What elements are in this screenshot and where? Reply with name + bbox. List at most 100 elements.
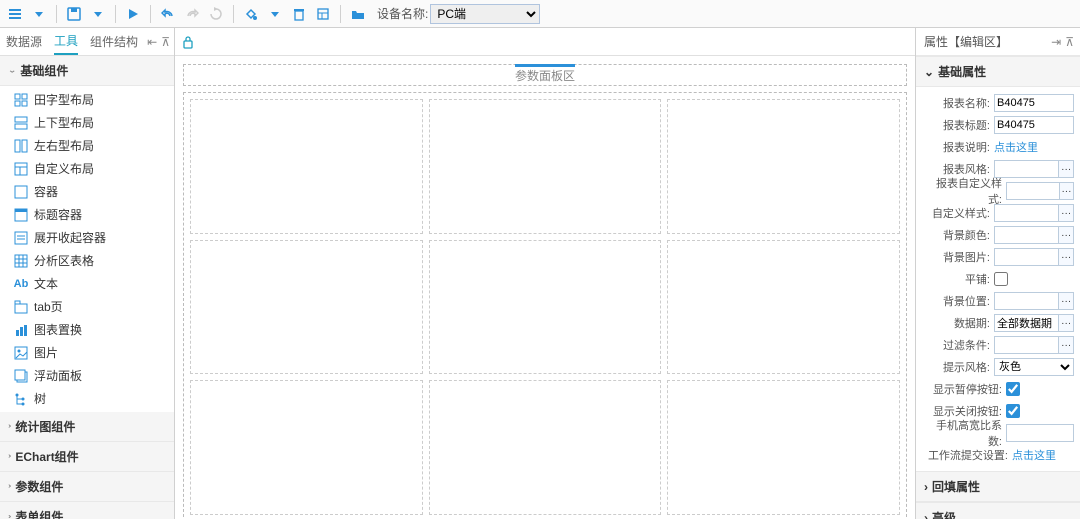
ellipsis-button[interactable]: ··· xyxy=(1059,336,1074,354)
layout-cell[interactable] xyxy=(429,240,662,375)
component-label: 左右型布局 xyxy=(34,137,94,154)
layout-cell[interactable] xyxy=(429,99,662,234)
lbl-report-desc: 报表说明: xyxy=(922,139,994,155)
check-tile[interactable] xyxy=(994,272,1008,286)
refresh-icon[interactable] xyxy=(205,3,227,25)
group-basic-components[interactable]: ⌄ 基础组件 xyxy=(0,56,174,86)
save-icon[interactable] xyxy=(63,3,85,25)
pin-icon[interactable]: ⊼ xyxy=(161,35,170,49)
template-icon[interactable] xyxy=(312,3,334,25)
input-report-name[interactable] xyxy=(994,94,1074,112)
dropdown-arrow-icon[interactable] xyxy=(28,3,50,25)
folder-icon[interactable] xyxy=(347,3,369,25)
input-bg-image[interactable] xyxy=(994,248,1059,266)
play-icon[interactable] xyxy=(122,3,144,25)
ellipsis-button[interactable]: ··· xyxy=(1059,226,1074,244)
component-tree[interactable]: 树 xyxy=(0,387,174,410)
chevron-right-icon: › xyxy=(8,513,11,519)
menu-icon[interactable] xyxy=(4,3,26,25)
group-form[interactable]: ›表单组件 xyxy=(0,502,174,519)
component-container[interactable]: 容器 xyxy=(0,180,174,203)
component-label: 文本 xyxy=(34,275,58,292)
collapse-container-icon xyxy=(14,231,28,245)
component-analysis-grid[interactable]: 分析区表格 xyxy=(0,249,174,272)
fill-icon[interactable] xyxy=(240,3,262,25)
device-select[interactable]: PC端 xyxy=(430,4,540,24)
input-report-title[interactable] xyxy=(994,116,1074,134)
input-bg-pos[interactable] xyxy=(994,292,1059,310)
lbl-custom-report-style: 报表自定义样式: xyxy=(922,175,1006,207)
lbl-aspect: 手机高宽比系数: xyxy=(922,417,1006,449)
input-custom-report-style[interactable] xyxy=(1006,182,1060,200)
right-panel-title: 属性【编辑区】 xyxy=(924,33,1008,50)
layout-cell[interactable] xyxy=(667,99,900,234)
ellipsis-button[interactable]: ··· xyxy=(1059,204,1074,222)
top-toolbar: 设备名称: PC端 xyxy=(0,0,1080,28)
component-vertical-layout[interactable]: 上下型布局 xyxy=(0,111,174,134)
link-report-desc[interactable]: 点击这里 xyxy=(994,139,1038,155)
tab-tools[interactable]: 工具 xyxy=(54,28,78,55)
delete-icon[interactable] xyxy=(288,3,310,25)
ellipsis-button[interactable]: ··· xyxy=(1059,248,1074,266)
tab-datasource[interactable]: 数据源 xyxy=(6,29,42,54)
lbl-data-period: 数据期: xyxy=(922,315,994,331)
component-float-panel[interactable]: 浮动面板 xyxy=(0,364,174,387)
ellipsis-button[interactable]: ··· xyxy=(1059,292,1074,310)
layout-cell[interactable] xyxy=(667,380,900,515)
collapse-icon[interactable]: ⇤ xyxy=(147,35,157,49)
ellipsis-button[interactable]: ··· xyxy=(1059,314,1074,332)
layout-cell[interactable] xyxy=(190,380,423,515)
layout-cell[interactable] xyxy=(429,380,662,515)
component-horizontal-layout[interactable]: 左右型布局 xyxy=(0,134,174,157)
input-custom-style[interactable] xyxy=(994,204,1059,222)
layout-cell[interactable] xyxy=(667,240,900,375)
prop-group-basic[interactable]: ⌄ 基础属性 xyxy=(916,56,1080,87)
link-workflow[interactable]: 点击这里 xyxy=(1012,447,1056,463)
group-stat-chart[interactable]: ›统计图组件 xyxy=(0,412,174,442)
component-grid-layout[interactable]: 田字型布局 xyxy=(0,88,174,111)
layout-cell[interactable] xyxy=(190,240,423,375)
separator xyxy=(115,5,116,23)
param-panel-zone[interactable]: 参数面板区 xyxy=(183,64,907,86)
check-show-close[interactable] xyxy=(1006,404,1020,418)
collapse-icon[interactable]: ⇥ xyxy=(1051,35,1061,49)
component-label: 展开收起容器 xyxy=(34,229,106,246)
input-bg-color[interactable] xyxy=(994,226,1059,244)
input-filter[interactable] xyxy=(994,336,1059,354)
tab-structure[interactable]: 组件结构 xyxy=(90,29,138,54)
ellipsis-button[interactable]: ··· xyxy=(1060,182,1074,200)
layout-grid[interactable] xyxy=(183,92,907,519)
prop-group-backfill[interactable]: › 回填属性 xyxy=(916,471,1080,502)
undo-icon[interactable] xyxy=(157,3,179,25)
redo-icon[interactable] xyxy=(181,3,203,25)
pin-icon[interactable]: ⊼ xyxy=(1065,35,1074,49)
component-collapse-container[interactable]: 展开收起容器 xyxy=(0,226,174,249)
check-show-pause[interactable] xyxy=(1006,382,1020,396)
lbl-hint-style: 提示风格: xyxy=(922,359,994,375)
right-panel-title-bar: 属性【编辑区】 ⇥ ⊼ xyxy=(916,28,1080,56)
input-aspect[interactable] xyxy=(1006,424,1074,442)
input-data-period[interactable] xyxy=(994,314,1059,332)
ellipsis-button[interactable]: ··· xyxy=(1059,160,1074,178)
separator xyxy=(150,5,151,23)
lock-icon[interactable] xyxy=(181,35,195,49)
separator xyxy=(340,5,341,23)
component-image[interactable]: 图片 xyxy=(0,341,174,364)
lbl-custom-style: 自定义样式: xyxy=(922,205,994,221)
component-custom-layout[interactable]: 自定义布局 xyxy=(0,157,174,180)
group-echart[interactable]: ›EChart组件 xyxy=(0,442,174,472)
lbl-workflow: 工作流提交设置: xyxy=(922,447,1012,463)
component-text[interactable]: Ab文本 xyxy=(0,272,174,295)
component-title-container[interactable]: 标题容器 xyxy=(0,203,174,226)
component-tab-page[interactable]: tab页 xyxy=(0,295,174,318)
component-chart-swap[interactable]: 图表置换 xyxy=(0,318,174,341)
select-hint-style[interactable]: 灰色 xyxy=(994,358,1074,376)
prop-group-advanced[interactable]: › 高级 xyxy=(916,502,1080,519)
group-title: 参数组件 xyxy=(15,478,63,495)
group-param[interactable]: ›参数组件 xyxy=(0,472,174,502)
device-name-label: 设备名称: xyxy=(377,5,428,22)
dropdown-arrow-icon[interactable] xyxy=(264,3,286,25)
layout-cell[interactable] xyxy=(190,99,423,234)
dropdown-arrow-icon[interactable] xyxy=(87,3,109,25)
container-icon xyxy=(14,185,28,199)
